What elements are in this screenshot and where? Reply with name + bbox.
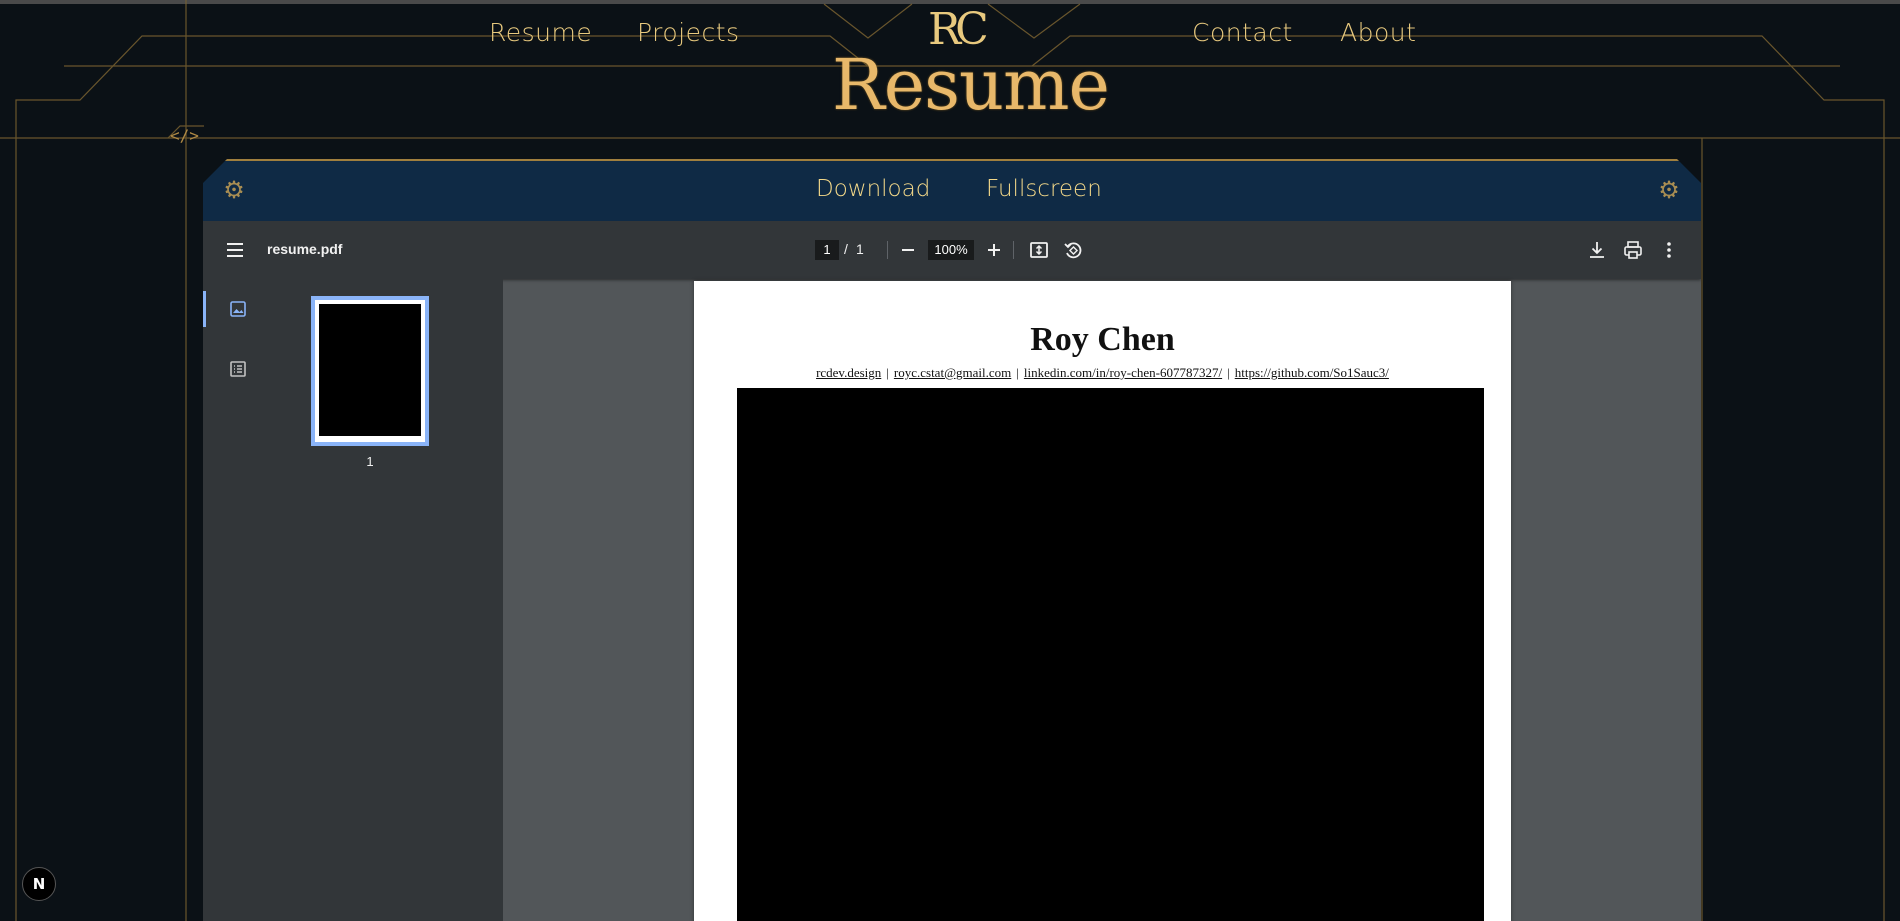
nav-link-contact[interactable]: Contact bbox=[1192, 18, 1293, 47]
toolbar-divider bbox=[1013, 241, 1014, 259]
thumbnail-preview bbox=[319, 304, 421, 436]
zoom-level-input[interactable]: 100% bbox=[928, 240, 974, 260]
menu-icon[interactable] bbox=[223, 238, 247, 262]
email-link[interactable]: royc.cstat@gmail.com bbox=[894, 365, 1011, 380]
code-brackets-icon: </> bbox=[170, 126, 199, 145]
sidebar-active-indicator bbox=[203, 291, 206, 327]
link-separator: | bbox=[1227, 365, 1230, 380]
toolbar-divider bbox=[887, 241, 888, 259]
nav-link-about[interactable]: About bbox=[1340, 18, 1416, 47]
fit-page-icon[interactable] bbox=[1027, 238, 1051, 262]
nav-link-resume[interactable]: Resume bbox=[489, 18, 592, 47]
thumbnail-label: 1 bbox=[366, 454, 374, 469]
more-options-icon[interactable] bbox=[1657, 238, 1681, 262]
fullscreen-button[interactable]: Fullscreen bbox=[986, 176, 1102, 202]
rotate-icon[interactable] bbox=[1061, 238, 1085, 262]
outline-icon[interactable] bbox=[223, 354, 253, 384]
linkedin-link[interactable]: linkedin.com/in/roy-chen-607787327/ bbox=[1024, 365, 1222, 380]
link-separator: | bbox=[886, 365, 889, 380]
page-number-input[interactable]: 1 bbox=[815, 240, 839, 260]
pdf-viewer: resume.pdf 1 / 1 100% 1 Roy Chen rcdev.d… bbox=[203, 221, 1701, 921]
page-thumbnail[interactable] bbox=[311, 296, 429, 446]
resume-name: Roy Chen bbox=[1030, 321, 1175, 358]
viewer-control-bar bbox=[203, 159, 1701, 223]
zoom-out-icon[interactable] bbox=[896, 238, 920, 262]
framework-badge[interactable]: N bbox=[22, 867, 56, 901]
thumbnails-icon[interactable] bbox=[223, 294, 253, 324]
contact-links: rcdev.design | royc.cstat@gmail.com | linked… bbox=[694, 365, 1511, 381]
total-pages: 1 bbox=[856, 241, 864, 257]
zoom-in-icon[interactable] bbox=[982, 238, 1006, 262]
pdf-toolbar: resume.pdf 1 / 1 100% bbox=[203, 221, 1701, 279]
link-separator: | bbox=[1016, 365, 1019, 380]
page-separator: / bbox=[844, 241, 848, 257]
nav-link-projects[interactable]: Projects bbox=[637, 18, 740, 47]
redacted-content-block bbox=[737, 388, 1484, 921]
pdf-sidebar: 1 bbox=[203, 279, 503, 921]
print-icon[interactable] bbox=[1621, 238, 1645, 262]
pdf-filename: resume.pdf bbox=[267, 241, 343, 257]
website-link[interactable]: rcdev.design bbox=[816, 365, 881, 380]
gear-icon-right[interactable]: ⚙ bbox=[1657, 178, 1681, 202]
gear-icon-left[interactable]: ⚙ bbox=[222, 178, 246, 202]
download-icon[interactable] bbox=[1585, 238, 1609, 262]
pdf-page: Roy Chen rcdev.design | royc.cstat@gmail.c… bbox=[694, 281, 1511, 921]
page-title: Resume bbox=[832, 44, 1110, 126]
github-link[interactable]: https://github.com/So1Sauc3/ bbox=[1235, 365, 1389, 380]
download-button[interactable]: Download bbox=[816, 176, 930, 202]
